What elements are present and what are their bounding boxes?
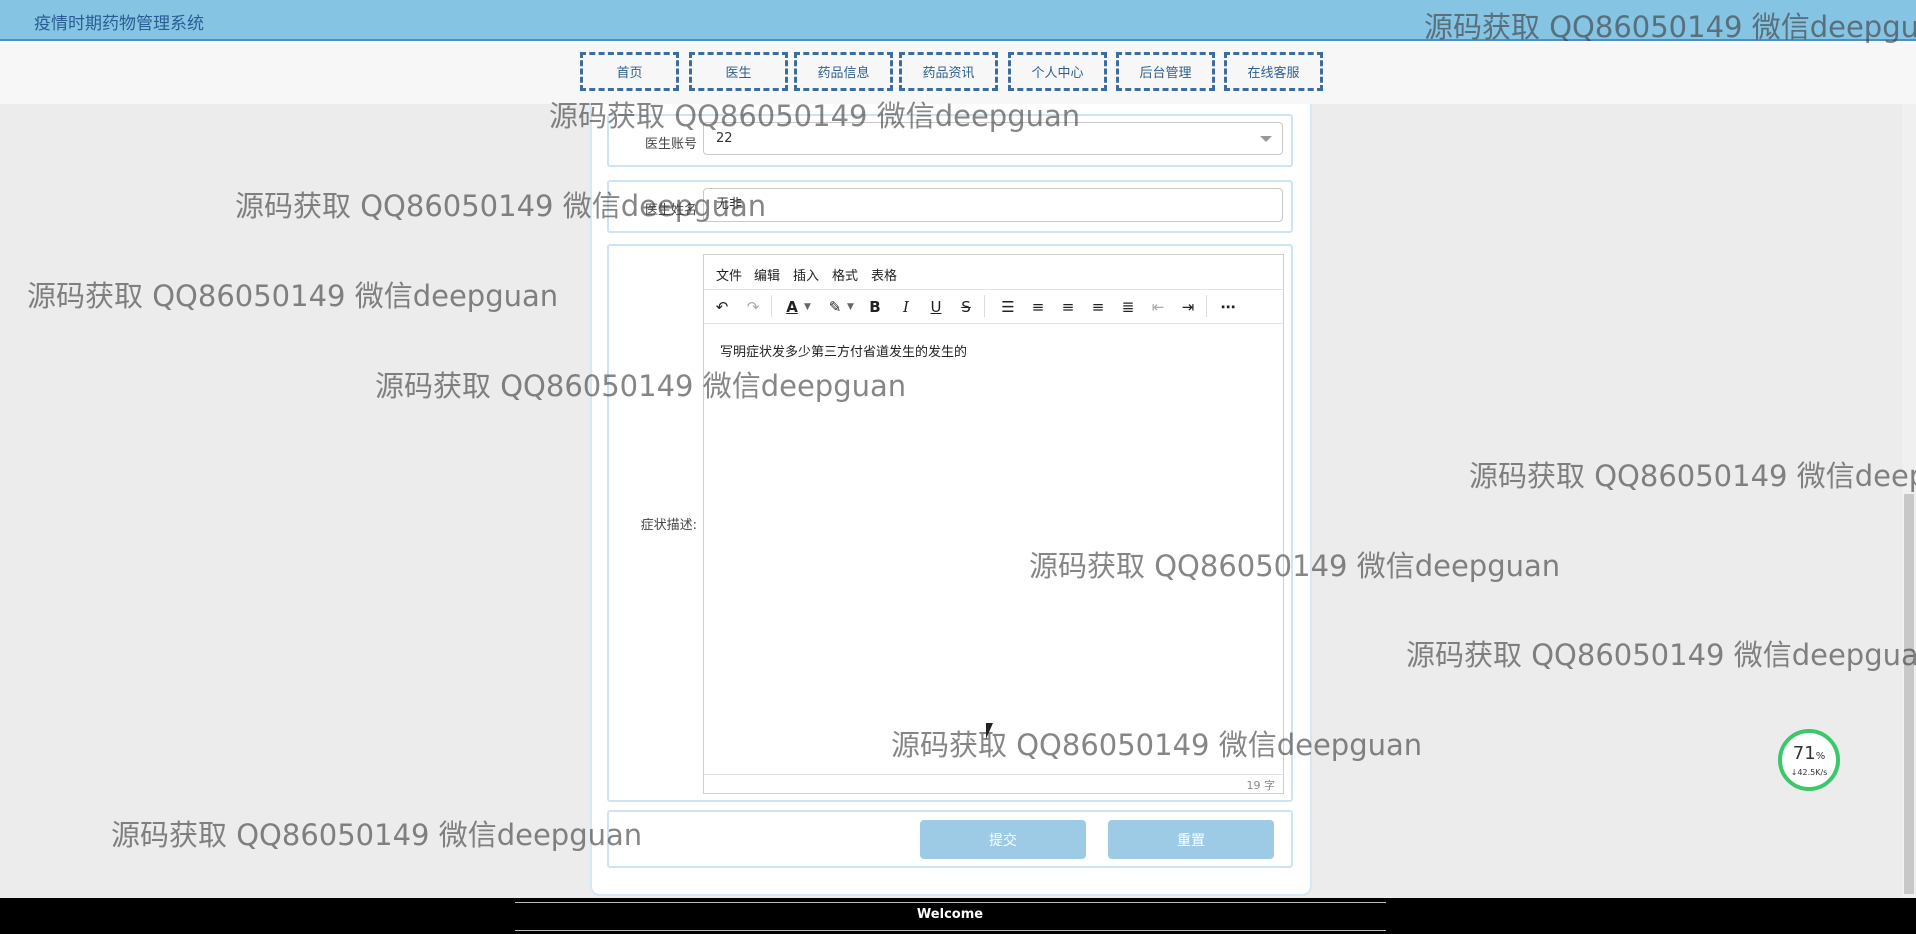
chevron-down-icon[interactable]: ▼ — [847, 297, 854, 317]
toolbar-divider — [771, 295, 772, 317]
menu-format[interactable]: 格式 — [832, 265, 858, 284]
menu-edit[interactable]: 编辑 — [754, 265, 780, 284]
align-right-icon[interactable]: ≡ — [1088, 297, 1108, 317]
align-center-icon[interactable]: ≡ — [1058, 297, 1078, 317]
nav-drug-info[interactable]: 药品信息 — [794, 52, 893, 91]
nav-personal-center[interactable]: 个人中心 — [1008, 52, 1107, 91]
underline-icon[interactable]: U — [926, 297, 946, 317]
italic-icon[interactable]: I — [896, 297, 916, 317]
net-speed: ↓42.5K/s — [1790, 768, 1828, 777]
nav-drug-news[interactable]: 药品资讯 — [899, 52, 998, 91]
menu-table[interactable]: 表格 — [871, 265, 897, 284]
font-color-icon[interactable]: A — [782, 297, 802, 317]
page-footer: Welcome — [0, 898, 1916, 934]
footer-divider — [515, 930, 1386, 931]
toolbar-divider — [984, 295, 985, 317]
doctor-name-field[interactable]: 无非 — [703, 188, 1283, 222]
chevron-down-icon[interactable]: ▼ — [804, 297, 811, 317]
form-actions-row: 提交 重置 — [607, 810, 1293, 868]
nav-home[interactable]: 首页 — [580, 52, 679, 91]
align-justify-icon[interactable]: ≣ — [1118, 297, 1138, 317]
symptom-label: 症状描述: — [640, 518, 697, 533]
undo-icon[interactable]: ↶ — [712, 297, 732, 317]
doctor-account-label: 医生账号 — [644, 137, 697, 152]
doctor-account-row: 医生账号 22 — [607, 114, 1293, 167]
app-title: 疫情时期药物管理系统 — [34, 14, 204, 34]
editor-statusbar: 19 字 — [704, 774, 1283, 793]
doctor-account-select[interactable]: 22 — [703, 122, 1283, 155]
editor-content[interactable]: 写明症状发多少第三方付省道发生的发生的 — [720, 341, 967, 360]
watermark: 源码获取 QQ86050149 微信deepguan — [1469, 459, 1916, 493]
chevron-down-icon — [1260, 136, 1272, 142]
mouse-cursor-icon — [986, 723, 993, 739]
redo-icon[interactable]: ↷ — [743, 297, 763, 317]
top-header: 疫情时期药物管理系统 — [0, 0, 1916, 41]
main-nav: 首页 医生 药品信息 药品资讯 个人中心 后台管理 在线客服 — [0, 41, 1916, 104]
watermark: 源码获取 QQ86050149 微信deepguan — [27, 279, 559, 313]
footer-divider — [515, 902, 1386, 903]
doctor-account-value: 22 — [716, 131, 733, 146]
editor-menubar: 文件 编辑 插入 格式 表格 — [704, 255, 1283, 290]
more-icon[interactable]: ⋯ — [1218, 297, 1238, 317]
reset-button[interactable]: 重置 — [1108, 820, 1274, 859]
nav-doctor[interactable]: 医生 — [689, 52, 788, 91]
symptom-row: 症状描述: 文件 编辑 插入 格式 表格 ↶ ↷ A ▼ ✎ ▼ B I U S… — [607, 244, 1293, 802]
nav-customer-service[interactable]: 在线客服 — [1224, 52, 1323, 91]
bullet-list-icon[interactable]: ☰ — [998, 297, 1018, 317]
rich-text-editor: 文件 编辑 插入 格式 表格 ↶ ↷ A ▼ ✎ ▼ B I U S ☰ ≡ ≡… — [703, 254, 1284, 794]
network-speed-widget[interactable]: 71% ↓42.5K/s — [1778, 729, 1840, 791]
word-count: 19 字 — [1246, 779, 1276, 792]
watermark: 源码获取 QQ86050149 微信deepguan — [1406, 638, 1916, 672]
doctor-name-value: 无非 — [716, 197, 743, 212]
highlight-icon[interactable]: ✎ — [825, 297, 845, 317]
editor-toolbar: ↶ ↷ A ▼ ✎ ▼ B I U S ☰ ≡ ≡ ≡ ≣ ⇤ ⇥ ⋯ — [704, 289, 1283, 324]
outdent-icon[interactable]: ⇤ — [1148, 297, 1168, 317]
scrollbar-thumb[interactable] — [1904, 494, 1914, 894]
bold-icon[interactable]: B — [865, 297, 885, 317]
watermark: 源码获取 QQ86050149 微信deepguan — [111, 818, 643, 852]
doctor-name-row: 医生姓名 无非 — [607, 180, 1293, 233]
doctor-name-label: 医生姓名 — [644, 203, 697, 218]
nav-admin[interactable]: 后台管理 — [1116, 52, 1215, 91]
net-percent: 71% — [1792, 743, 1826, 764]
toolbar-divider — [1206, 295, 1207, 317]
footer-welcome: Welcome — [916, 907, 984, 922]
vertical-scrollbar[interactable] — [1902, 104, 1916, 898]
menu-insert[interactable]: 插入 — [793, 265, 819, 284]
menu-file[interactable]: 文件 — [716, 265, 742, 284]
strikethrough-icon[interactable]: S — [956, 297, 976, 317]
align-left-icon[interactable]: ≡ — [1028, 297, 1048, 317]
submit-button[interactable]: 提交 — [920, 820, 1086, 859]
indent-icon[interactable]: ⇥ — [1178, 297, 1198, 317]
